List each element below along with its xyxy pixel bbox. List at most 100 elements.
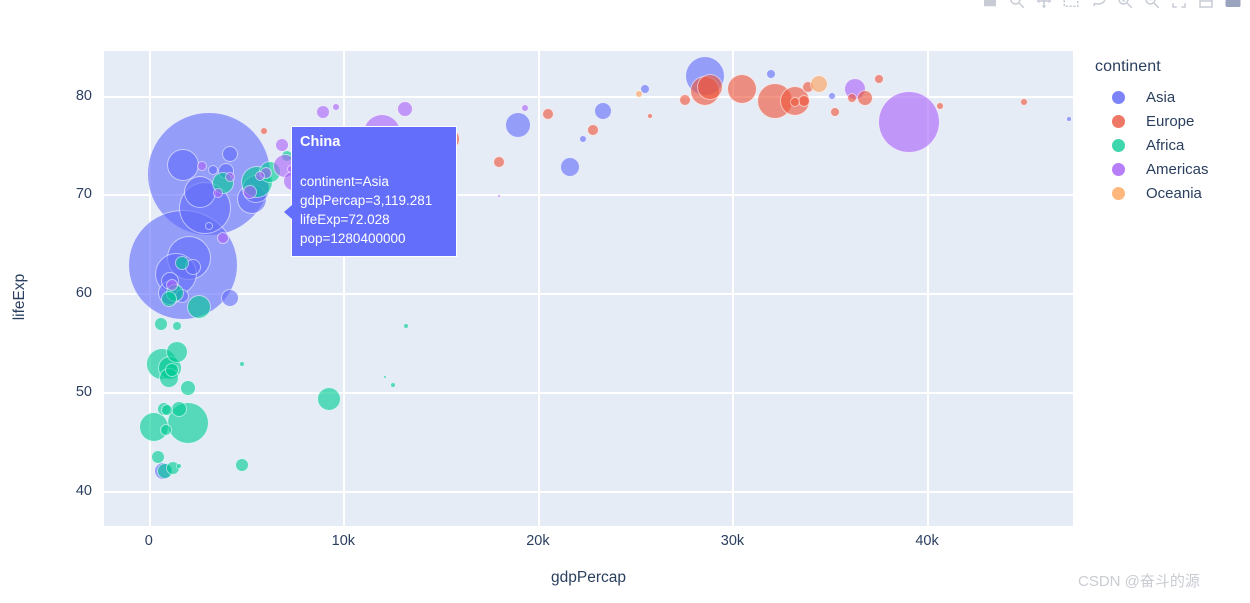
legend-item-africa[interactable]: Africa	[1095, 133, 1245, 157]
lasso-select-icon[interactable]	[1089, 0, 1107, 10]
zoom-out-icon[interactable]	[1143, 0, 1161, 10]
legend[interactable]: continent Asia Europe Africa Americas Oceani…	[1095, 58, 1245, 205]
bubble-point[interactable]	[647, 113, 654, 120]
legend-item-europe[interactable]: Europe	[1095, 109, 1245, 133]
bubble-point[interactable]	[176, 462, 183, 469]
bubble-point[interactable]	[187, 295, 212, 320]
bubble-point[interactable]	[160, 404, 173, 417]
bubble-point[interactable]	[175, 255, 190, 270]
bubble-point[interactable]	[235, 457, 250, 472]
bubble-point[interactable]	[846, 92, 857, 103]
bubble-point[interactable]	[390, 382, 397, 389]
bubble-point[interactable]	[936, 102, 945, 111]
bubble-point[interactable]	[180, 380, 197, 397]
gridline-horizontal	[104, 293, 1073, 296]
legend-item-asia[interactable]: Asia	[1095, 85, 1245, 109]
bubble-point[interactable]	[541, 108, 554, 121]
legend-marker-icon	[1112, 138, 1125, 152]
camera-icon[interactable]	[981, 0, 999, 10]
bubble-point[interactable]	[212, 187, 223, 198]
bubble-point[interactable]	[493, 155, 506, 168]
bubble-point[interactable]	[317, 387, 342, 412]
bubble-point[interactable]	[260, 127, 269, 136]
legend-items[interactable]: Asia Europe Africa Americas Oceania	[1095, 85, 1245, 205]
pan-icon[interactable]	[1035, 0, 1053, 10]
plotly-modebar[interactable]	[981, 0, 1242, 12]
bubble-point[interactable]	[159, 424, 172, 436]
legend-item-americas[interactable]: Americas	[1095, 157, 1245, 181]
gridline-horizontal	[104, 392, 1073, 395]
autoscale-icon[interactable]	[1170, 0, 1188, 10]
bubble-point[interactable]	[830, 107, 841, 118]
x-tick-label: 0	[144, 533, 153, 549]
bubble-point[interactable]	[332, 103, 341, 112]
bubble-point[interactable]	[873, 73, 884, 84]
bubble-point[interactable]	[827, 91, 836, 100]
bubble-point[interactable]	[634, 89, 643, 98]
bubble-point[interactable]	[1066, 116, 1073, 123]
bubble-point[interactable]	[402, 323, 409, 330]
bubble-point[interactable]	[587, 124, 600, 137]
bubble-point[interactable]	[1019, 98, 1028, 107]
bubble-point[interactable]	[505, 112, 532, 139]
bubble-point[interactable]	[878, 91, 941, 154]
bubble-point[interactable]	[222, 145, 239, 162]
bubble-point[interactable]	[809, 74, 828, 93]
x-axis-title: gdpPercap	[551, 569, 626, 586]
bubble-point[interactable]	[397, 101, 414, 118]
bubble-point[interactable]	[165, 362, 180, 377]
bubble-point[interactable]	[242, 184, 257, 199]
bubble-point[interactable]	[798, 95, 811, 108]
bubble-point[interactable]	[856, 89, 873, 106]
tooltip-row-pop: pop=1280400000	[300, 231, 406, 246]
bubble-point[interactable]	[594, 102, 613, 121]
bubble-point[interactable]	[497, 194, 502, 199]
tooltip-row-gdppercap: gdpPercap=3,119.281	[300, 193, 433, 208]
bubble-point[interactable]	[161, 291, 178, 308]
tooltip-arrow	[284, 205, 292, 219]
box-select-icon[interactable]	[1062, 0, 1080, 10]
bubble-point[interactable]	[383, 374, 388, 379]
legend-marker-icon	[1112, 90, 1125, 104]
x-tick-label: 30k	[720, 533, 745, 549]
gridline-horizontal	[104, 491, 1073, 494]
plot-area[interactable]	[104, 51, 1073, 526]
bubble-point[interactable]	[678, 94, 691, 107]
bubble-point[interactable]	[166, 340, 189, 363]
y-tick-label: 40	[75, 483, 92, 500]
bubble-point[interactable]	[275, 138, 290, 152]
legend-item-label: Americas	[1146, 160, 1209, 178]
bubble-point[interactable]	[153, 317, 168, 332]
bubble-point[interactable]	[726, 73, 757, 104]
reset-axes-icon[interactable]	[1197, 0, 1215, 10]
bubble-point[interactable]	[255, 170, 266, 181]
bubble-point[interactable]	[166, 278, 179, 291]
bubble-point[interactable]	[197, 160, 208, 171]
bubble-point[interactable]	[520, 104, 529, 113]
bubble-point[interactable]	[204, 222, 213, 231]
watermark: CSDN @奋斗的源	[1078, 573, 1200, 590]
bubble-point[interactable]	[578, 135, 587, 144]
bubble-point[interactable]	[217, 232, 230, 245]
y-tick-label: 50	[75, 384, 92, 401]
zoom-in-icon[interactable]	[1116, 0, 1134, 10]
bubble-point[interactable]	[696, 73, 723, 100]
bubble-point[interactable]	[221, 289, 240, 308]
bubble-point[interactable]	[239, 360, 246, 367]
bubble-point[interactable]	[766, 68, 777, 79]
bubble-point[interactable]	[171, 321, 182, 332]
legend-title: continent	[1095, 58, 1161, 75]
legend-item-label: Oceania	[1146, 184, 1202, 202]
legend-item-label: Africa	[1146, 136, 1185, 154]
bubble-point[interactable]	[224, 171, 235, 182]
bubble-point[interactable]	[560, 156, 581, 177]
bubble-point[interactable]	[315, 105, 330, 120]
bubble-point[interactable]	[789, 97, 800, 108]
bubble-point[interactable]	[150, 449, 165, 464]
x-tick-label: 40k	[915, 533, 939, 549]
y-tick-label: 60	[75, 285, 92, 302]
plotly-logo-icon[interactable]	[1224, 0, 1242, 10]
zoom-select-icon[interactable]	[1008, 0, 1026, 10]
legend-item-oceania[interactable]: Oceania	[1095, 181, 1245, 205]
bubble-point[interactable]	[170, 401, 187, 418]
